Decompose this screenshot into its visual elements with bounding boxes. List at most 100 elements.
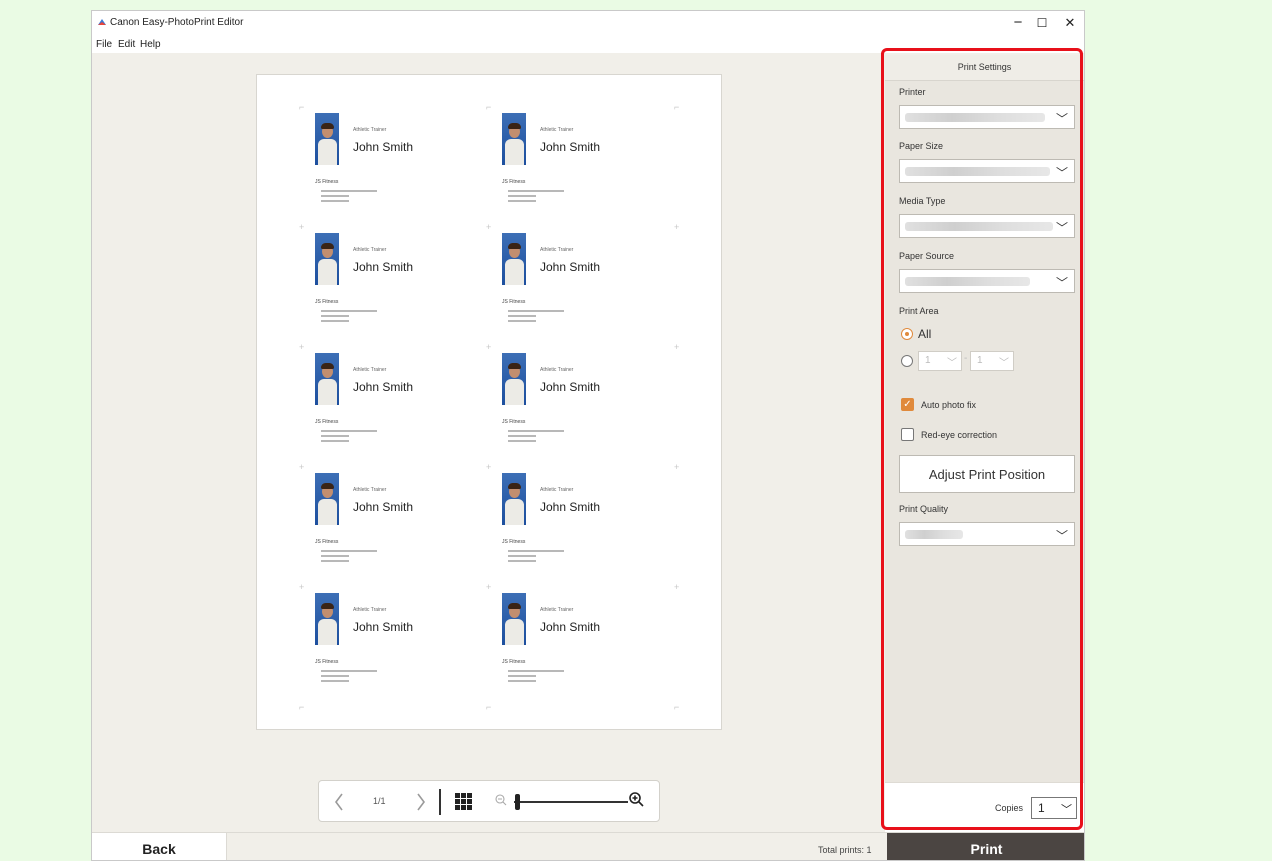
range-from-select[interactable]: 1 ﹀: [918, 351, 962, 371]
crop-mark: ⌐: [674, 102, 680, 112]
card-photo: [502, 473, 526, 525]
card-photo: [315, 113, 339, 165]
card-name: John Smith: [353, 380, 414, 394]
back-button[interactable]: Back: [92, 833, 227, 860]
crop-mark: +: [299, 222, 305, 232]
panel-title: Print Settings: [885, 55, 1084, 81]
chevron-right-icon[interactable]: [415, 792, 427, 812]
card-phone-line: [321, 195, 349, 197]
grid-view-icon[interactable]: [455, 793, 472, 810]
crop-mark: +: [486, 582, 492, 592]
card-role: Athletic Trainer: [353, 487, 387, 493]
crop-mark: +: [674, 582, 680, 592]
card-phone-line: [508, 315, 536, 317]
auto-photo-fix-checkbox[interactable]: ✓: [901, 398, 914, 411]
crop-mark: +: [674, 222, 680, 232]
card-company: JS Fitness: [502, 299, 526, 305]
card-name: John Smith: [353, 620, 414, 634]
card-photo: [315, 593, 339, 645]
red-eye-checkbox[interactable]: [901, 428, 914, 441]
range-to-select[interactable]: 1 ﹀: [970, 351, 1014, 371]
crop-mark: +: [299, 462, 305, 472]
maximize-button[interactable]: ☐: [1028, 13, 1056, 33]
copies-row: Copies 1 ﹀: [885, 782, 1084, 833]
print-quality-select[interactable]: ﹀: [899, 522, 1075, 546]
card-phone-line: [508, 675, 536, 677]
card-role: Athletic Trainer: [353, 127, 387, 133]
card-role: Athletic Trainer: [540, 487, 574, 493]
printer-label: Printer: [899, 87, 926, 97]
card-fax-line: [508, 200, 536, 202]
chevron-down-icon: ﹀: [1055, 112, 1068, 126]
business-card: Athletic Trainer John Smith JS Fitness: [315, 473, 501, 581]
card-phone-line: [321, 555, 349, 557]
close-button[interactable]: ✕: [1056, 13, 1084, 33]
printer-select[interactable]: ﹀: [899, 105, 1075, 129]
card-fax-line: [321, 440, 349, 442]
card-company: JS Fitness: [315, 419, 339, 425]
card-address-line: [508, 550, 564, 552]
menu-file[interactable]: File: [96, 39, 112, 50]
preview-toolbar: 1/1: [318, 780, 660, 822]
chevron-left-icon[interactable]: [333, 792, 345, 812]
print-button[interactable]: Print: [887, 833, 1084, 860]
crop-mark: ⌐: [299, 102, 305, 112]
menu-bar: File Edit Help: [92, 35, 1084, 53]
chevron-down-icon: ﹀: [1055, 529, 1068, 543]
card-fax-line: [321, 560, 349, 562]
card-address-line: [321, 190, 377, 192]
paper-source-select[interactable]: ﹀: [899, 269, 1075, 293]
window-title: Canon Easy-PhotoPrint Editor: [110, 17, 244, 28]
card-company: JS Fitness: [315, 179, 339, 185]
card-photo: [502, 113, 526, 165]
card-company: JS Fitness: [315, 539, 339, 545]
card-address-line: [321, 550, 377, 552]
card-photo: [315, 473, 339, 525]
zoom-slider-handle[interactable]: [515, 794, 520, 810]
card-phone-line: [321, 435, 349, 437]
menu-edit[interactable]: Edit: [118, 39, 135, 50]
media-type-select[interactable]: ﹀: [899, 214, 1075, 238]
card-name: John Smith: [353, 140, 414, 154]
crop-mark: +: [674, 462, 680, 472]
card-address-line: [321, 430, 377, 432]
print-area-label: Print Area: [899, 306, 939, 316]
chevron-down-icon: ﹀: [1055, 276, 1068, 290]
adjust-print-position-button[interactable]: Adjust Print Position: [899, 455, 1075, 493]
business-card: Athletic Trainer John Smith JS Fitness: [315, 353, 501, 461]
card-address-line: [508, 310, 564, 312]
auto-photo-fix-label: Auto photo fix: [921, 400, 977, 410]
card-name: John Smith: [540, 620, 601, 634]
card-fax-line: [321, 200, 349, 202]
zoom-slider-track[interactable]: [514, 801, 628, 803]
print-area-range-radio[interactable]: [901, 355, 913, 367]
copies-select[interactable]: 1 ﹀: [1031, 797, 1077, 819]
chevron-down-icon: ﹀: [999, 358, 1009, 369]
business-card: Athletic Trainer John Smith JS Fitness: [315, 593, 501, 701]
paper-size-label: Paper Size: [899, 141, 944, 151]
card-address-line: [321, 310, 377, 312]
print-area-all-radio[interactable]: [901, 328, 913, 340]
zoom-in-icon[interactable]: [629, 792, 644, 807]
card-fax-line: [508, 560, 536, 562]
card-role: Athletic Trainer: [540, 607, 574, 613]
paper-size-select[interactable]: ﹀: [899, 159, 1075, 183]
crop-mark: ⌐: [486, 702, 492, 712]
card-fax-line: [321, 680, 349, 682]
crop-mark: ⌐: [299, 702, 305, 712]
card-name: John Smith: [353, 260, 414, 274]
business-card: Athletic Trainer John Smith JS Fitness: [502, 473, 688, 581]
card-company: JS Fitness: [315, 659, 339, 665]
menu-help[interactable]: Help: [140, 39, 161, 50]
card-role: Athletic Trainer: [353, 367, 387, 373]
card-company: JS Fitness: [502, 419, 526, 425]
crop-mark: +: [486, 462, 492, 472]
crop-mark: +: [486, 342, 492, 352]
card-photo: [502, 353, 526, 405]
zoom-out-icon[interactable]: [495, 794, 507, 806]
card-photo: [315, 353, 339, 405]
card-photo: [502, 593, 526, 645]
print-quality-label: Print Quality: [899, 504, 949, 514]
card-fax-line: [508, 320, 536, 322]
app-window: Canon Easy-PhotoPrint Editor − ☐ ✕ File …: [91, 10, 1085, 861]
